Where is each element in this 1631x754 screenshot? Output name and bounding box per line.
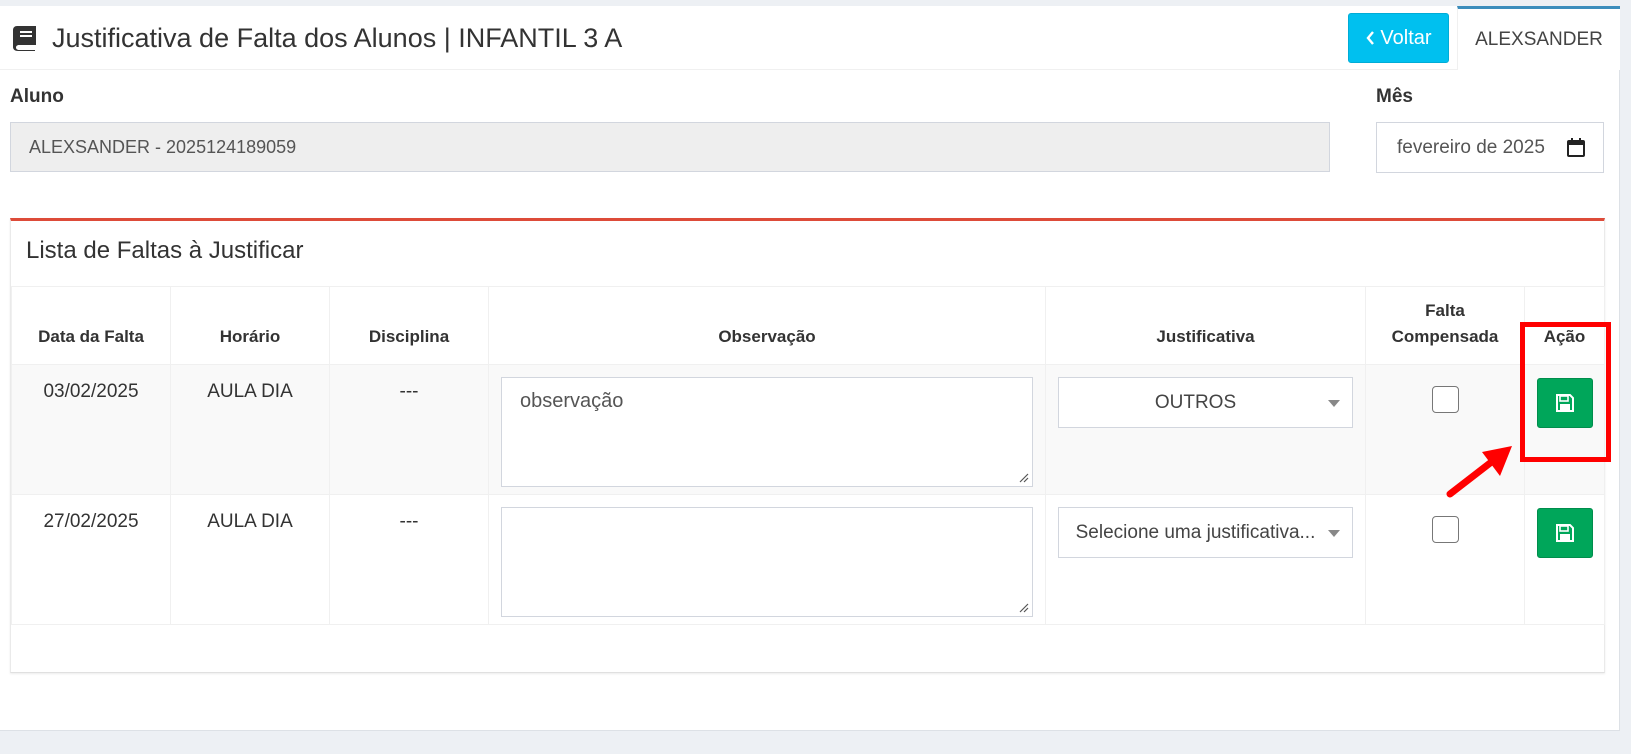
- calendar-icon[interactable]: [1567, 138, 1585, 157]
- absence-time: AULA DIA: [207, 511, 293, 532]
- table-row: 03/02/2025 AULA DIA --- observação OUTRO…: [11, 364, 1605, 495]
- cell-observacao: observação: [488, 364, 1046, 495]
- col-justificativa: Justificativa: [1045, 286, 1366, 365]
- user-tab-label: ALEXSANDER: [1475, 28, 1603, 50]
- book-icon: [13, 26, 36, 51]
- caret-down-icon: [1328, 400, 1340, 407]
- col-observacao: Observação: [488, 286, 1046, 365]
- observation-textarea[interactable]: observação: [501, 377, 1033, 487]
- justification-selected: Selecione uma justificativa...: [1075, 521, 1316, 543]
- back-button[interactable]: Voltar: [1348, 13, 1449, 63]
- compensated-checkbox[interactable]: [1431, 386, 1459, 413]
- cell-compensada: [1365, 494, 1525, 625]
- cell-observacao: [488, 494, 1046, 625]
- col-falta-compensada: Falta Compensada: [1365, 286, 1525, 365]
- absence-date: 03/02/2025: [43, 381, 139, 402]
- back-button-label: Voltar: [1380, 26, 1432, 49]
- aluno-label: Aluno: [10, 86, 64, 107]
- cell-justificativa: OUTROS: [1045, 364, 1366, 495]
- month-value: fevereiro de 2025: [1397, 136, 1545, 158]
- table-row: 27/02/2025 AULA DIA --- Selecione uma ju…: [11, 494, 1605, 625]
- table-header-row: Data da Falta Horário Disciplina Observa…: [11, 286, 1605, 365]
- compensated-checkbox[interactable]: [1431, 516, 1459, 543]
- absences-box: Lista de Faltas à Justificar Data da Fal…: [10, 218, 1605, 673]
- col-falta-compensada-label: Falta Compensada: [1391, 301, 1499, 346]
- cell-data: 27/02/2025: [11, 494, 171, 625]
- save-button[interactable]: [1536, 378, 1593, 428]
- cell-horario: AULA DIA: [170, 494, 330, 625]
- justification-select[interactable]: Selecione uma justificativa...: [1058, 507, 1353, 558]
- absence-subject: ---: [399, 381, 419, 402]
- observation-text: observação: [520, 390, 624, 412]
- cell-disciplina: ---: [329, 494, 489, 625]
- page-header: Justificativa de Falta dos Alunos | INFA…: [0, 6, 1620, 70]
- absence-date: 27/02/2025: [43, 511, 139, 532]
- col-horario: Horário: [170, 286, 330, 365]
- col-disciplina: Disciplina: [329, 286, 489, 365]
- resize-grip-icon[interactable]: [1018, 472, 1029, 483]
- box-title: Lista de Faltas à Justificar: [26, 237, 304, 264]
- observation-textarea[interactable]: [501, 507, 1033, 617]
- justification-select[interactable]: OUTROS: [1058, 377, 1353, 428]
- mes-label: Mês: [1376, 86, 1413, 107]
- annotation-arrow-icon: [1446, 446, 1512, 498]
- col-data-falta: Data da Falta: [11, 286, 171, 365]
- cell-disciplina: ---: [329, 364, 489, 495]
- month-input[interactable]: fevereiro de 2025: [1376, 122, 1604, 173]
- absence-subject: ---: [399, 511, 419, 532]
- chevron-left-icon: [1366, 31, 1375, 45]
- cell-horario: AULA DIA: [170, 364, 330, 495]
- save-icon: [1555, 394, 1574, 412]
- cell-acao: [1524, 364, 1605, 495]
- title-group: Justificativa de Falta dos Alunos | INFA…: [10, 18, 622, 58]
- cell-data: 03/02/2025: [11, 364, 171, 495]
- page-title: Justificativa de Falta dos Alunos | INFA…: [52, 22, 623, 53]
- caret-down-icon: [1328, 530, 1340, 537]
- save-icon: [1555, 524, 1574, 542]
- resize-grip-icon[interactable]: [1018, 602, 1029, 613]
- user-tab[interactable]: ALEXSANDER: [1457, 6, 1620, 70]
- main-panel: Justificativa de Falta dos Alunos | INFA…: [0, 6, 1620, 731]
- aluno-field: ALEXSANDER - 2025124189059: [10, 122, 1330, 172]
- cell-justificativa: Selecione uma justificativa...: [1045, 494, 1366, 625]
- save-button[interactable]: [1536, 508, 1593, 558]
- absence-time: AULA DIA: [207, 381, 293, 402]
- absences-table: Data da Falta Horário Disciplina Observa…: [11, 286, 1605, 625]
- aluno-value: ALEXSANDER - 2025124189059: [29, 136, 297, 157]
- justification-selected: OUTROS: [1154, 391, 1237, 413]
- cell-acao: [1524, 494, 1605, 625]
- col-acao: Ação: [1524, 286, 1605, 365]
